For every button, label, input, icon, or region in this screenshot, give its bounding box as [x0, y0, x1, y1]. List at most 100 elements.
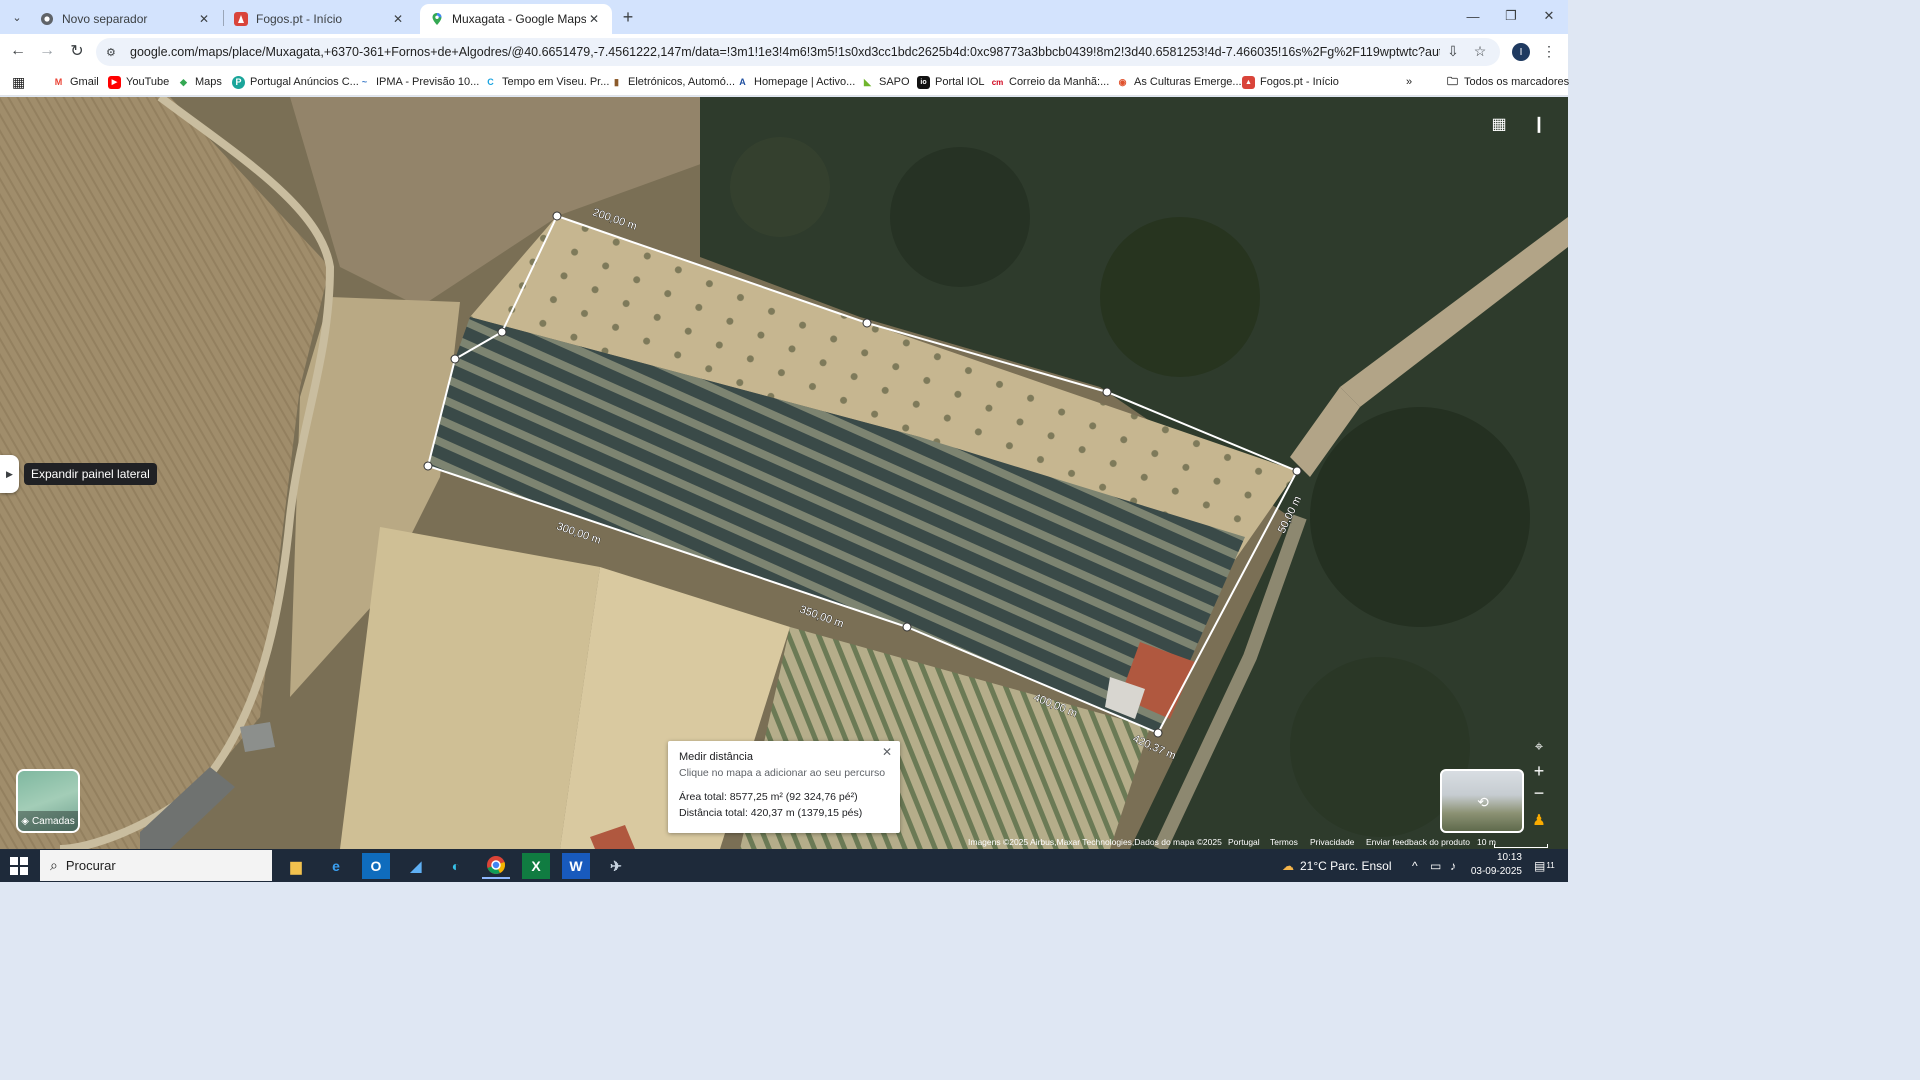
bookmark-label: Gmail: [70, 76, 99, 88]
bookmark-tempo-viseu[interactable]: C Tempo em Viseu. Pr...: [484, 73, 609, 91]
layers-label: Camadas: [31, 815, 75, 827]
bookmark-activo[interactable]: A Homepage | Activo...: [736, 73, 855, 91]
file-explorer-icon[interactable]: ▆: [282, 853, 310, 879]
fogos-icon: ▲: [1242, 75, 1255, 89]
tab-fogos[interactable]: Fogos.pt - Início ✕: [224, 4, 416, 34]
bookmark-portal-iol[interactable]: io Portal IOL: [917, 73, 985, 91]
bookmark-culturas[interactable]: ◉ As Culturas Emerge...: [1116, 73, 1242, 91]
bookmark-label: Homepage | Activo...: [754, 76, 856, 88]
close-tab-icon[interactable]: ✕: [196, 11, 212, 27]
close-tab-icon[interactable]: ✕: [390, 11, 406, 27]
close-tab-icon[interactable]: ✕: [586, 11, 602, 27]
account-icon[interactable]: ❙: [1528, 111, 1550, 137]
bookmark-eletronicos[interactable]: ▮ Eletrónicos, Automó...: [610, 73, 735, 91]
bookmark-label: Portugal Anúncios C...: [250, 76, 359, 88]
expand-sidebar-tooltip: Expandir painel lateral: [24, 463, 157, 485]
minimize-window-icon[interactable]: —: [1454, 0, 1492, 32]
tab-novo-separador[interactable]: Novo separador ✕: [30, 4, 222, 34]
url-text[interactable]: google.com/maps/place/Muxagata,+6370-361…: [130, 45, 1440, 59]
bookmark-label: Maps: [195, 76, 222, 88]
portugal-anuncios-icon: P: [232, 75, 245, 89]
bookmark-correio-manha[interactable]: cm Correio da Manhã:...: [991, 73, 1110, 91]
rotate-360-icon: ⟲: [1477, 793, 1489, 810]
bookmark-ipma[interactable]: ~ IPMA - Previsão 10...: [358, 73, 479, 91]
expand-sidebar-button[interactable]: ▶: [0, 455, 19, 493]
more-bookmarks-chevron-icon[interactable]: »: [1406, 73, 1412, 91]
bookmark-gmail[interactable]: M Gmail: [52, 73, 99, 91]
bookmark-label: YouTube: [126, 76, 170, 88]
ipma-icon: ~: [361, 77, 368, 87]
gmail-icon: M: [54, 77, 63, 87]
shopping-bag-icon: ▮: [614, 76, 619, 87]
bookmark-maps[interactable]: ◆ Maps: [177, 73, 222, 91]
tab-search-chevron-icon[interactable]: ⌄: [6, 6, 28, 28]
terms-link[interactable]: Termos: [1270, 837, 1298, 847]
satellite-imagery: 200,00 m 300,00 m 350,00 m 400,00 m 420,…: [0, 97, 1568, 849]
site-info-icon[interactable]: ⚙: [106, 46, 122, 59]
zoom-out-button[interactable]: −: [1528, 782, 1550, 804]
system-clock[interactable]: 10:13 03-09-2025: [1470, 851, 1522, 879]
street-view-thumbnail[interactable]: ⟲: [1440, 769, 1524, 833]
notifications-icon[interactable]: ▤ 11: [1534, 849, 1555, 882]
bookmark-star-icon[interactable]: ☆: [1471, 42, 1489, 60]
privacy-link[interactable]: Privacidade: [1310, 837, 1354, 847]
taskbar-search[interactable]: ⌕ Procurar: [40, 850, 272, 881]
activo-icon: A: [739, 77, 746, 87]
layers-button[interactable]: ◈ Camadas: [16, 769, 80, 833]
tempo-icon: C: [487, 77, 494, 87]
google-apps-icon[interactable]: ▦: [1488, 113, 1510, 135]
tab-google-maps[interactable]: Muxagata - Google Maps ✕: [420, 4, 612, 34]
tab-title: Novo separador: [62, 12, 148, 26]
install-app-icon[interactable]: ⇩: [1444, 42, 1462, 60]
all-bookmarks-folder[interactable]: 🗀 Todos os marcadores: [1446, 73, 1569, 91]
country-link[interactable]: Portugal: [1228, 837, 1260, 847]
weather-widget[interactable]: ☁ 21°C Parc. Ensol: [1282, 849, 1392, 882]
address-bar[interactable]: ⚙ google.com/maps/place/Muxagata,+6370-3…: [96, 38, 1500, 66]
culturas-icon: ◉: [1118, 76, 1127, 87]
edge-icon[interactable]: ◐: [442, 853, 470, 879]
bookmark-portugal-anuncios[interactable]: P Portugal Anúncios C...: [232, 73, 359, 91]
app-tool-icon[interactable]: ✈: [602, 853, 630, 879]
tray-chevron-up-icon[interactable]: ^: [1412, 849, 1418, 882]
reload-icon[interactable]: ↻: [64, 38, 90, 64]
new-tab-button[interactable]: +: [617, 6, 639, 28]
restore-window-icon[interactable]: ❐: [1492, 0, 1530, 32]
apps-grid-icon[interactable]: ▦: [12, 73, 25, 91]
close-measure-icon[interactable]: ✕: [880, 745, 894, 759]
my-location-icon[interactable]: ⌖: [1528, 735, 1550, 757]
clock-date: 03-09-2025: [1470, 866, 1522, 877]
windows-taskbar: ⌕ Procurar ▆ e O ◢ ◐ X W ✈ ☁ 21°C Parc. …: [0, 849, 1568, 882]
internet-explorer-icon[interactable]: e: [322, 853, 350, 879]
bookmarks-bar: ▦ M Gmail ▶ YouTube ◆ Maps P Portugal Anúnci…: [0, 68, 1569, 96]
feedback-link[interactable]: Enviar feedback do produto: [1366, 837, 1470, 847]
windows-start-icon[interactable]: [10, 857, 28, 875]
close-window-icon[interactable]: ✕: [1530, 0, 1568, 32]
excel-icon[interactable]: X: [522, 853, 550, 879]
bookmark-label: As Culturas Emerge...: [1134, 76, 1242, 88]
folder-icon: 🗀: [1447, 75, 1458, 88]
profile-avatar[interactable]: I: [1512, 43, 1530, 61]
chevron-right-icon: ▶: [6, 468, 13, 479]
pegman-icon[interactable]: ♟: [1528, 809, 1550, 831]
chrome-taskbar-icon[interactable]: [482, 853, 510, 879]
word-icon[interactable]: W: [562, 853, 590, 879]
bookmark-sapo[interactable]: ◣ SAPO: [861, 73, 910, 91]
measure-distance: Distância total: 420,37 m (1379,15 pés): [679, 807, 863, 819]
forward-arrow-icon[interactable]: →: [34, 38, 60, 64]
map-canvas[interactable]: 200,00 m 300,00 m 350,00 m 400,00 m 420,…: [0, 97, 1568, 849]
bookmark-youtube[interactable]: ▶ YouTube: [108, 73, 169, 91]
browser-toolbar: ← → ↻ ⚙ google.com/maps/place/Muxagata,+…: [0, 34, 1568, 68]
tab-title: Fogos.pt - Início: [256, 12, 343, 26]
zoom-in-button[interactable]: +: [1528, 760, 1550, 782]
network-icon[interactable]: ▭: [1430, 849, 1441, 882]
bookmark-label: Eletrónicos, Automó...: [628, 76, 735, 88]
weather-icon: ☁: [1282, 858, 1294, 873]
youtube-icon: ▶: [108, 75, 121, 89]
back-arrow-icon[interactable]: ←: [5, 38, 31, 64]
bookmark-fogos[interactable]: ▲ Fogos.pt - Início: [1242, 73, 1339, 91]
tab-strip: ⌄ Novo separador ✕ Fogos.pt - Início ✕ M…: [0, 0, 1568, 34]
app-icon[interactable]: ◢: [402, 853, 430, 879]
outlook-icon[interactable]: O: [362, 853, 390, 879]
volume-icon[interactable]: ♪: [1450, 849, 1456, 882]
kebab-menu-icon[interactable]: ⋮: [1540, 42, 1558, 60]
